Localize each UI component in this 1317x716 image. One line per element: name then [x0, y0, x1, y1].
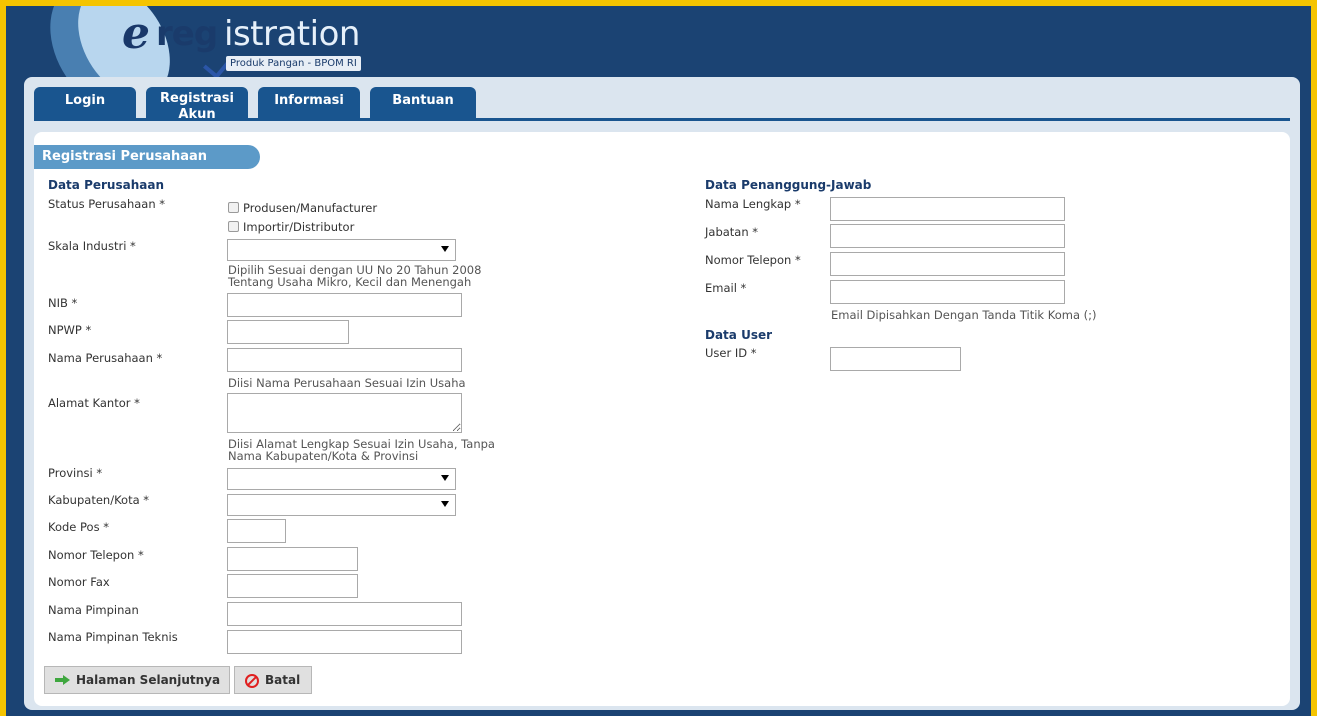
- dropdown-arrow-icon: [441, 475, 449, 481]
- nama-pimpinan-input[interactable]: [227, 602, 462, 626]
- logo-istration: istration: [224, 14, 360, 54]
- nomor-fax-input[interactable]: [227, 574, 358, 598]
- section-title: Registrasi Perusahaan: [34, 145, 260, 169]
- nib-label: NIB *: [48, 296, 78, 310]
- alamat-kantor-textarea[interactable]: [227, 393, 462, 433]
- tab-registrasi-akun[interactable]: Registrasi Akun: [146, 87, 248, 119]
- importir-label: Importir/Distributor: [243, 220, 355, 234]
- provinsi-label: Provinsi *: [48, 466, 103, 480]
- npwp-label: NPWP *: [48, 323, 92, 337]
- nama-lengkap-input[interactable]: [830, 197, 1065, 221]
- skala-industri-select[interactable]: [227, 239, 456, 261]
- tab-login[interactable]: Login: [34, 87, 136, 119]
- user-id-label: User ID *: [705, 346, 757, 360]
- pj-nomor-telepon-input[interactable]: [830, 252, 1065, 276]
- nama-pimpinan-teknis-input[interactable]: [227, 630, 462, 654]
- dropdown-arrow-icon: [441, 501, 449, 507]
- alamat-hint-line2: Nama Kabupaten/Kota & Provinsi: [228, 449, 419, 463]
- logo-subtitle: Produk Pangan - BPOM RI: [226, 56, 361, 71]
- provinsi-select[interactable]: [227, 468, 456, 490]
- logo-e: e: [122, 8, 150, 59]
- kabupaten-kota-select[interactable]: [227, 494, 456, 516]
- npwp-input[interactable]: [227, 320, 349, 344]
- form-content: Registrasi Perusahaan Data Perusahaan St…: [34, 132, 1290, 706]
- pj-nomor-telepon-label: Nomor Telepon *: [705, 253, 801, 267]
- nama-perusahaan-label: Nama Perusahaan *: [48, 351, 163, 365]
- skala-industri-label: Skala Industri *: [48, 239, 136, 253]
- nama-lengkap-label: Nama Lengkap *: [705, 197, 801, 211]
- header: e reg istration Produk Pangan - BPOM RI: [6, 6, 1311, 132]
- nama-pimpinan-teknis-label: Nama Pimpinan Teknis: [48, 630, 178, 644]
- email-label: Email *: [705, 281, 747, 295]
- jabatan-label: Jabatan *: [705, 225, 759, 239]
- produsen-checkbox[interactable]: [228, 202, 239, 213]
- nomor-telepon-input[interactable]: [227, 547, 358, 571]
- user-id-input[interactable]: [830, 347, 961, 371]
- skala-hint-line2: Tentang Usaha Mikro, Kecil dan Menengah: [228, 275, 472, 289]
- logo-reg: reg: [156, 14, 218, 54]
- nama-perusahaan-input[interactable]: [227, 348, 462, 372]
- produsen-label: Produsen/Manufacturer: [243, 201, 378, 215]
- batal-label: Batal: [265, 673, 301, 687]
- email-hint: Email Dipisahkan Dengan Tanda Titik Koma…: [831, 308, 1097, 322]
- kabupaten-kota-label: Kabupaten/Kota *: [48, 493, 150, 507]
- dropdown-arrow-icon: [441, 246, 449, 252]
- cancel-icon: [245, 674, 259, 688]
- tab-divider: [34, 118, 1290, 121]
- arrow-right-icon: [55, 675, 70, 685]
- main-panel: Login Registrasi Akun Informasi Bantuan …: [24, 77, 1300, 710]
- email-input[interactable]: [830, 280, 1065, 304]
- alamat-kantor-label: Alamat Kantor *: [48, 396, 140, 410]
- halaman-selanjutnya-button[interactable]: Halaman Selanjutnya: [44, 666, 230, 694]
- data-perusahaan-heading: Data Perusahaan: [48, 178, 164, 192]
- nomor-telepon-label: Nomor Telepon *: [48, 548, 144, 562]
- kode-pos-label: Kode Pos *: [48, 520, 109, 534]
- kode-pos-input[interactable]: [227, 519, 286, 543]
- batal-button[interactable]: Batal: [234, 666, 312, 694]
- app-frame: e reg istration Produk Pangan - BPOM RI …: [6, 6, 1311, 716]
- jabatan-input[interactable]: [830, 224, 1065, 248]
- halaman-selanjutnya-label: Halaman Selanjutnya: [76, 673, 221, 687]
- status-perusahaan-label: Status Perusahaan *: [48, 197, 166, 211]
- nama-perusahaan-hint: Diisi Nama Perusahaan Sesuai Izin Usaha: [228, 376, 466, 390]
- data-penanggung-jawab-heading: Data Penanggung-Jawab: [705, 178, 872, 192]
- tab-bantuan[interactable]: Bantuan: [370, 87, 476, 119]
- nomor-fax-label: Nomor Fax: [48, 575, 110, 589]
- nib-input[interactable]: [227, 293, 462, 317]
- importir-checkbox[interactable]: [228, 221, 239, 232]
- data-user-heading: Data User: [705, 328, 773, 342]
- tab-informasi[interactable]: Informasi: [258, 87, 360, 119]
- nama-pimpinan-label: Nama Pimpinan: [48, 603, 139, 617]
